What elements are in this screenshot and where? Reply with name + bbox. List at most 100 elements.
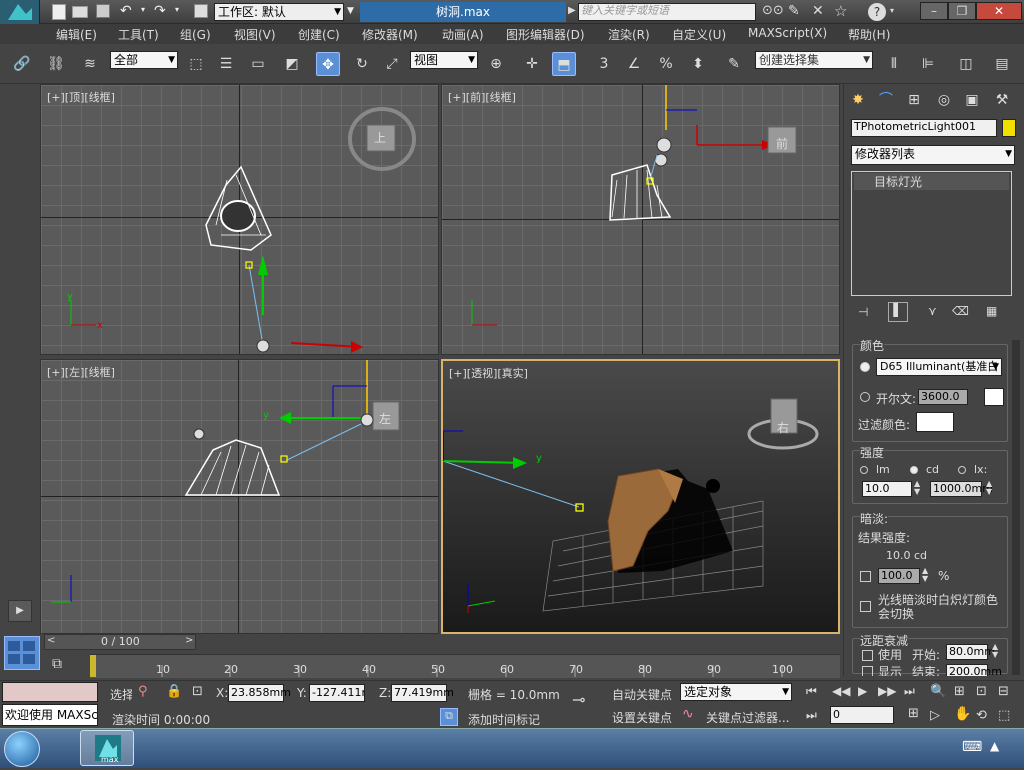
open-file-icon[interactable] <box>72 6 88 18</box>
absolute-mode-icon[interactable]: ⊡ <box>192 684 203 699</box>
set-key-button[interactable]: 设置关键点 <box>612 709 672 726</box>
configure-sets-icon[interactable]: ▦ <box>986 304 997 318</box>
menu-maxscript[interactable]: MAXScript(X) <box>748 26 827 40</box>
select-object-icon[interactable]: ⬚ <box>184 52 208 76</box>
link-icon[interactable]: 🔗 <box>10 52 34 76</box>
mirror-icon[interactable]: ⫴ <box>882 52 906 76</box>
spinner-snap-icon[interactable]: ⬍ <box>686 52 710 76</box>
key-icon[interactable]: ⊸ <box>572 690 585 709</box>
y-coord-field[interactable]: -127.411m <box>309 684 365 702</box>
filter-color-swatch[interactable] <box>916 412 954 432</box>
start-spinner-icon[interactable]: ▲ ▼ <box>992 643 998 659</box>
binoculars-icon[interactable]: ⊙⊙ <box>762 3 784 18</box>
rotate-icon[interactable]: ↻ <box>350 52 374 76</box>
zoom-icon[interactable]: 🔍 <box>930 684 946 699</box>
object-name-field[interactable]: TPhotometricLight001 <box>851 119 997 137</box>
view-cube-face[interactable]: 左 <box>379 410 391 427</box>
menu-edit[interactable]: 编辑(E) <box>56 26 97 43</box>
time-config-icon[interactable]: ⊞ <box>908 706 919 721</box>
key-mode-icon[interactable]: ⏭ <box>806 708 817 723</box>
help-dropdown-icon[interactable]: ▾ <box>890 6 894 15</box>
viewport-label[interactable]: [+][左][线框] <box>47 364 115 380</box>
start-button-icon[interactable] <box>4 731 40 767</box>
remove-modifier-icon[interactable]: ⌫ <box>952 304 969 318</box>
search-input[interactable]: 键入关键字或短语 <box>578 3 756 21</box>
command-panel-scrollbar[interactable] <box>1012 340 1020 675</box>
viewport-layout-icon[interactable] <box>4 636 40 670</box>
next-frame-icon[interactable]: ▶▶ <box>878 684 896 698</box>
viewport-top[interactable]: [+][顶][线框] y x 上 <box>40 84 439 355</box>
tray-arrow-icon[interactable]: ▲ <box>990 739 999 753</box>
tools-icon[interactable]: ✎ <box>788 3 800 19</box>
start-field[interactable]: 80.0mm <box>946 644 995 660</box>
save-file-icon[interactable] <box>96 4 110 18</box>
pin-stack-icon[interactable]: ⊣ <box>858 305 868 319</box>
percent-spinner-icon[interactable]: ▲ ▼ <box>922 567 928 583</box>
modifier-stack[interactable]: 目标灯光 <box>851 171 1012 296</box>
edit-named-selection-icon[interactable]: ✎ <box>722 52 746 76</box>
bind-space-warp-icon[interactable]: ≋ <box>78 52 102 76</box>
viewport-expand-button[interactable]: ▶ <box>8 600 32 622</box>
modifier-list-select[interactable]: 修改器列表 ▼ <box>851 145 1015 165</box>
reference-coord-select[interactable]: 视图 ▼ <box>410 51 478 69</box>
auto-key-button[interactable]: 自动关键点 <box>612 686 672 703</box>
display-tab-icon[interactable]: ▣ <box>960 88 984 112</box>
scale-icon[interactable]: ⤢ <box>380 52 404 76</box>
kelvin-color-swatch[interactable] <box>984 388 1004 406</box>
select-manipulate-icon[interactable]: ✛ <box>520 52 544 76</box>
maximize-button[interactable]: ❐ <box>948 2 976 20</box>
viewport-label[interactable]: [+][前][线框] <box>448 89 516 105</box>
modify-tab-icon[interactable]: ⌒ <box>874 88 898 112</box>
menu-views[interactable]: 视图(V) <box>234 26 276 43</box>
zoom-all-icon[interactable]: ⊞ <box>954 684 965 699</box>
favorites-icon[interactable]: ☆ <box>834 2 847 20</box>
select-by-name-icon[interactable]: ☰ <box>214 52 238 76</box>
app-logo-icon[interactable] <box>0 0 40 24</box>
utilities-tab-icon[interactable]: ⚒ <box>990 88 1014 112</box>
maximize-viewport-icon[interactable]: ⬚ <box>998 708 1010 723</box>
view-cube-face[interactable]: 上 <box>374 129 390 146</box>
selected-object-select[interactable]: 选定对象 ▼ <box>680 683 792 701</box>
rectangle-selection-icon[interactable]: ▭ <box>246 52 270 76</box>
goto-start-icon[interactable]: ⏮ <box>806 684 817 699</box>
menu-group[interactable]: 组(G) <box>180 26 211 43</box>
orbit-icon[interactable]: ⟲ <box>976 708 987 723</box>
distance-field[interactable]: 1000.0mm <box>930 481 993 497</box>
menu-rendering[interactable]: 渲染(R) <box>608 26 650 43</box>
exchange-icon[interactable]: ✕ <box>812 3 824 19</box>
distance-spinner-icon[interactable]: ▲ ▼ <box>986 480 992 496</box>
goto-end-icon[interactable]: ⏭ <box>904 684 915 699</box>
object-color-swatch[interactable] <box>1002 119 1016 137</box>
key-filter-icon[interactable]: ∿ <box>682 706 694 722</box>
menu-tools[interactable]: 工具(T) <box>118 26 159 43</box>
kelvin-radio[interactable] <box>860 392 870 402</box>
zoom-extents-all-icon[interactable]: ⊟ <box>998 684 1009 699</box>
selection-lock-icon[interactable]: 🔒 <box>166 684 182 699</box>
viewport-left[interactable]: [+][左][线框] y 左 <box>40 359 439 634</box>
close-button[interactable]: ✕ <box>976 2 1022 20</box>
timeline-ruler[interactable]: 10 20 30 40 50 60 70 80 90 100 <box>90 654 840 678</box>
menu-modifiers[interactable]: 修改器(M) <box>362 26 418 43</box>
undo-icon[interactable]: ↶ <box>120 3 132 19</box>
redo-icon[interactable]: ↷ <box>154 3 166 19</box>
x-coord-field[interactable]: 23.858mm <box>228 684 291 702</box>
percent-checkbox[interactable] <box>860 571 871 582</box>
kelvin-field[interactable]: 3600.0 <box>918 389 968 405</box>
menu-graph-editors[interactable]: 图形编辑器(D) <box>506 26 585 43</box>
move-icon[interactable]: ✥ <box>316 52 340 76</box>
stack-item[interactable]: 目标灯光 <box>854 173 1009 190</box>
time-slider-prev-icon[interactable]: < <box>47 635 55 646</box>
view-cube-face[interactable]: 右 <box>777 419 789 436</box>
cd-radio[interactable] <box>910 466 918 474</box>
keyboard-tray-icon[interactable]: ⌨ <box>962 739 982 755</box>
redo-dropdown-icon[interactable]: ▾ <box>175 5 179 14</box>
lm-radio[interactable] <box>860 466 868 474</box>
key-filters-button[interactable]: 关键点过滤器... <box>706 709 789 726</box>
end-field[interactable]: 200.0mm <box>946 664 1002 676</box>
selection-filter-select[interactable]: 全部 ▼ <box>110 51 178 69</box>
create-tab-icon[interactable]: ✸ <box>846 88 870 112</box>
viewport-front[interactable]: [+][前][线框] 前 <box>441 84 840 355</box>
show-end-result-icon[interactable]: ▌ <box>888 302 908 322</box>
help-icon[interactable]: ? <box>868 3 886 21</box>
undo-dropdown-icon[interactable]: ▾ <box>141 5 145 14</box>
